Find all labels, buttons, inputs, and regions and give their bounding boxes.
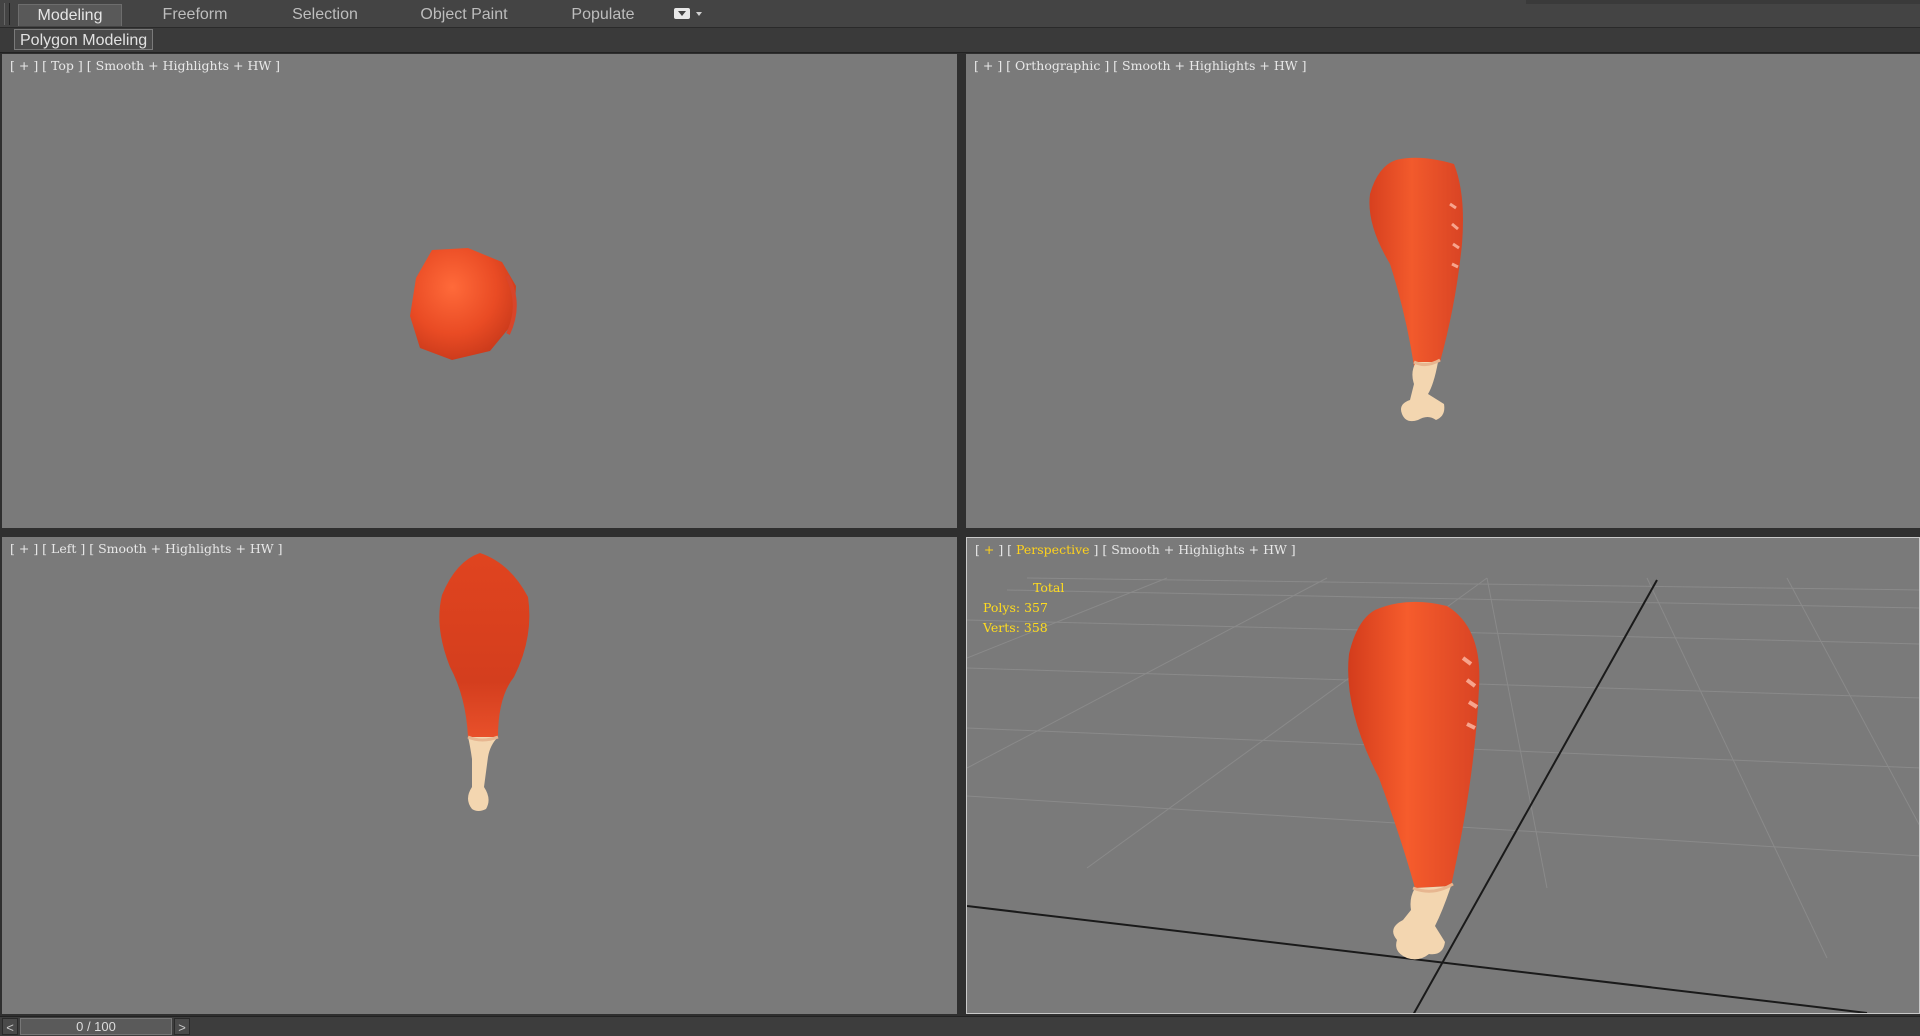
chevron-down-icon [696, 12, 702, 16]
label-bracket: ] [ [994, 542, 1017, 557]
polygon-modeling-panel-button[interactable]: Polygon Modeling [14, 29, 154, 50]
viewport-top[interactable]: [ + ] [ Top ] [ Smooth + Highlights + HW… [2, 54, 957, 528]
bone-mesh [1393, 886, 1451, 960]
label-bracket: ] [1286, 542, 1296, 557]
viewport-perspective[interactable]: [ + ] [ Perspective ] [ Smooth + Highlig… [966, 537, 1920, 1014]
time-slider-prev-button[interactable]: < [2, 1018, 18, 1035]
tab-populate[interactable]: Populate [562, 4, 644, 26]
tab-selection[interactable]: Selection [280, 4, 370, 26]
bone-mesh [468, 737, 498, 811]
scene-statistics: Total Polys: 357 Verts: 358 [983, 578, 1064, 638]
viewport-view-menu[interactable]: Perspective [1016, 542, 1090, 557]
drumstick-top-view [410, 248, 517, 360]
stats-verts: Verts: 358 [983, 620, 1048, 635]
meat-mesh [439, 553, 530, 737]
drumstick-ortho-view [1369, 157, 1463, 422]
stats-polys: Polys: 357 [983, 600, 1048, 615]
tab-freeform[interactable]: Freeform [150, 4, 240, 26]
drumstick-left-view [439, 553, 530, 811]
meat-mesh [1348, 601, 1480, 888]
ribbon-grip-handle[interactable] [4, 3, 10, 25]
time-slider-next-button[interactable]: > [174, 1018, 190, 1035]
bone-mesh [1401, 362, 1445, 422]
label-bracket: ] [ [1089, 542, 1112, 557]
label-bracket: [ [975, 542, 984, 557]
viewport-menu-plus[interactable]: + [984, 542, 994, 557]
viewport-label-perspective: [ + ] [ Perspective ] [ Smooth + Highlig… [975, 542, 1296, 557]
stats-header: Total [1033, 580, 1065, 595]
viewport-shading-menu[interactable]: Smooth + Highlights + HW [1111, 542, 1287, 557]
time-slider-bar: < 0 / 100 > [0, 1016, 1920, 1036]
meat-mesh [410, 248, 516, 360]
viewport-orthographic[interactable]: [ + ] [ Orthographic ] [ Smooth + Highli… [966, 54, 1920, 528]
ribbon-panel-bar: Polygon Modeling [0, 28, 1920, 53]
panel-toggle-icon [674, 8, 690, 19]
meat-mesh [1369, 157, 1463, 366]
tab-modeling[interactable]: Modeling [18, 4, 122, 26]
time-slider-thumb[interactable]: 0 / 100 [20, 1018, 172, 1035]
viewport-left[interactable]: [ + ] [ Left ] [ Smooth + Highlights + H… [2, 537, 957, 1014]
perspective-grid [967, 577, 1919, 1013]
ribbon-bar: Modeling Freeform Selection Object Paint… [0, 0, 1920, 28]
ribbon-right-strip [1526, 0, 1920, 4]
tab-object-paint[interactable]: Object Paint [412, 4, 516, 26]
ribbon-minimize-toggle-icon[interactable] [674, 7, 708, 21]
